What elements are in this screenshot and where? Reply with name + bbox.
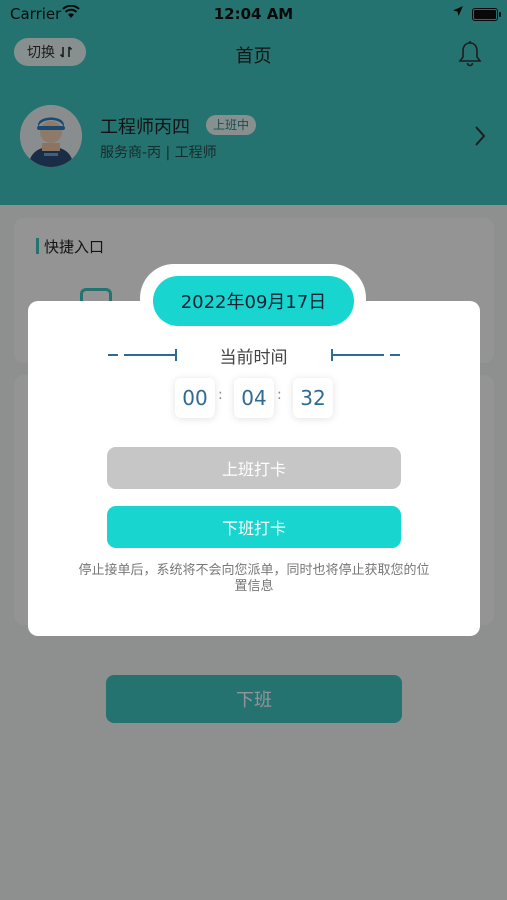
current-time-label: 当前时间: [219, 348, 288, 368]
time-hours: 00: [175, 378, 215, 418]
clock-out-button[interactable]: 下班打卡: [107, 506, 401, 548]
time-separator: :: [277, 387, 282, 403]
time-divider-right: [331, 349, 400, 361]
time-separator: :: [218, 387, 223, 403]
time-seconds: 32: [293, 378, 333, 418]
date-pill: 2022年09月17日: [153, 276, 354, 326]
clock-in-button[interactable]: 上班打卡: [107, 447, 401, 489]
notice-text: 停止接单后，系统将不会向您派单，同时也将停止获取您的位置信息: [78, 563, 430, 594]
time-minutes: 04: [234, 378, 274, 418]
